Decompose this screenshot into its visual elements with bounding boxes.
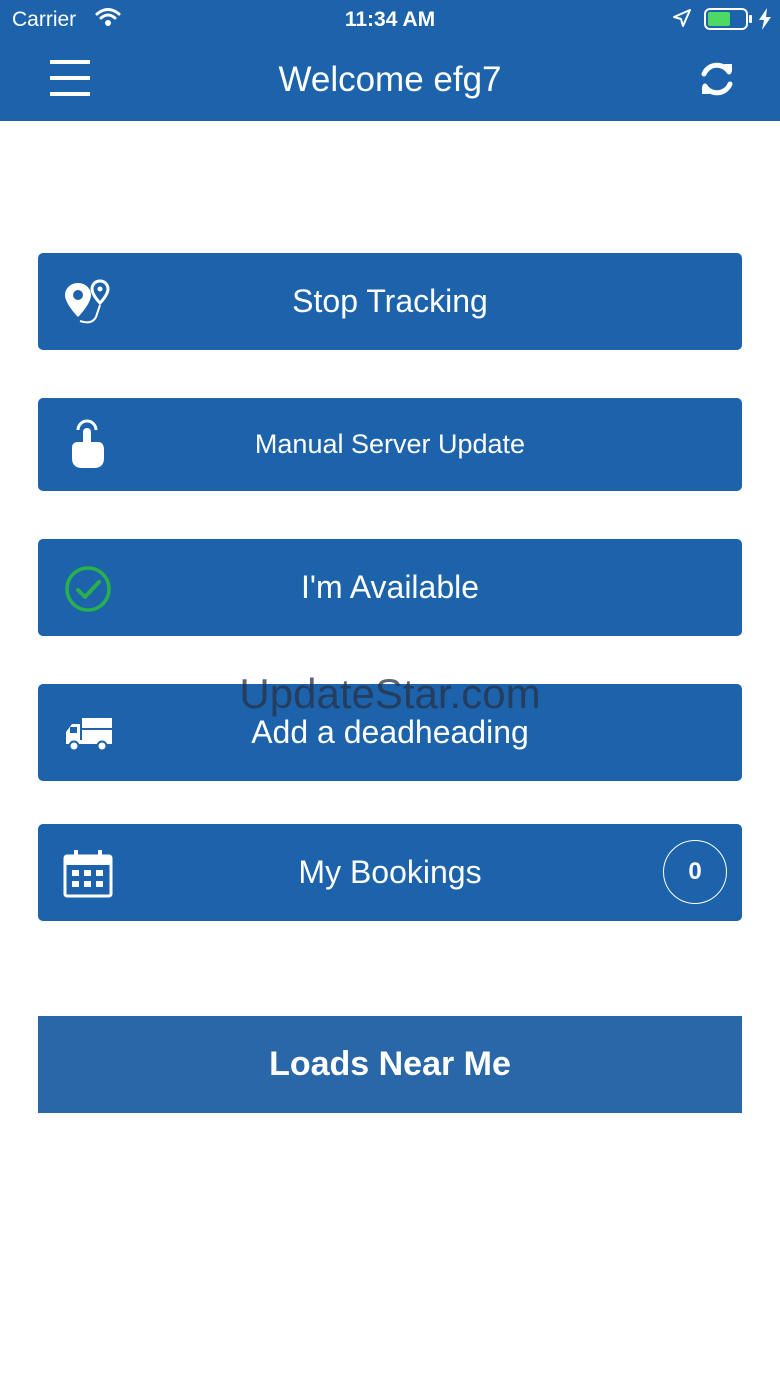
bookings-count-badge: 0: [663, 840, 727, 904]
status-bar: Carrier 11:34 AM: [0, 0, 780, 40]
stop-tracking-button[interactable]: Stop Tracking: [38, 253, 742, 350]
refresh-icon[interactable]: [696, 58, 738, 100]
battery-icon: [704, 7, 754, 37]
nav-bar: Welcome efg7: [0, 40, 780, 121]
page-title: Welcome efg7: [278, 60, 502, 99]
loads-near-me-button[interactable]: Loads Near Me: [38, 1016, 742, 1113]
app-header: Carrier 11:34 AM Welcome efg7: [0, 0, 780, 121]
add-deadheading-label: Add a deadheading: [251, 714, 529, 750]
my-bookings-label: My Bookings: [298, 854, 482, 890]
stop-tracking-label: Stop Tracking: [292, 283, 488, 319]
available-button[interactable]: I'm Available: [38, 539, 742, 636]
my-bookings-button[interactable]: My Bookings 0: [38, 824, 742, 921]
manual-server-update-label: Manual Server Update: [254, 429, 526, 459]
add-deadheading-button[interactable]: Add a deadheading: [38, 684, 742, 781]
manual-server-update-button[interactable]: Manual Server Update: [38, 398, 742, 491]
charging-bolt-icon: [758, 8, 772, 36]
location-arrow-icon: [672, 8, 692, 34]
available-label: I'm Available: [300, 569, 480, 605]
status-time: 11:34 AM: [344, 8, 436, 31]
